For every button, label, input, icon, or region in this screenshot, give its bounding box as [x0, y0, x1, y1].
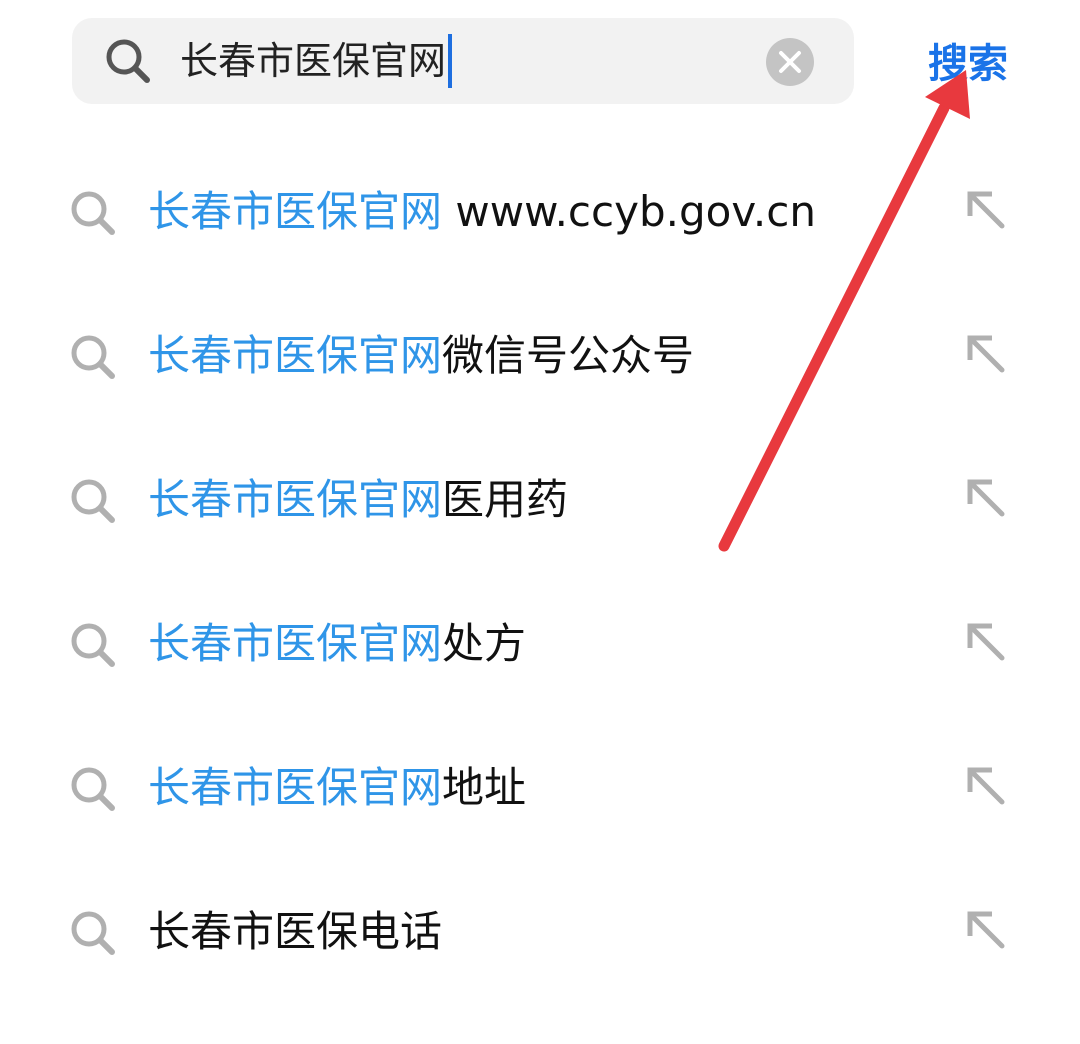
arrow-up-left-icon[interactable]	[964, 476, 1008, 520]
search-icon	[71, 335, 115, 379]
suggestion-completion: 医用药	[442, 475, 569, 524]
suggestion-text: 长春市医保官网 www.ccyb.gov.cn	[148, 184, 816, 240]
suggestion-item[interactable]: 长春市医保官网微信号公众号	[0, 284, 1080, 428]
suggestion-text: 长春市医保官网医用药	[148, 472, 568, 528]
suggestion-completion: 处方	[442, 619, 527, 668]
suggestion-item[interactable]: 长春市医保电话	[0, 860, 1080, 1004]
suggestion-completion: 地址	[442, 763, 527, 812]
search-icon	[106, 39, 150, 83]
suggestion-match: 长春市医保官网	[148, 331, 443, 380]
suggestion-item[interactable]: 长春市医保官网 www.ccyb.gov.cn	[0, 140, 1080, 284]
search-icon	[71, 767, 115, 811]
search-bar: 长春市医保官网	[72, 18, 854, 104]
text-caret	[448, 34, 453, 88]
suggestion-item[interactable]: 长春市医保官网处方	[0, 572, 1080, 716]
search-icon	[71, 623, 115, 667]
search-icon	[71, 191, 115, 235]
search-icon	[71, 479, 115, 523]
arrow-up-left-icon[interactable]	[964, 188, 1008, 232]
clear-icon	[779, 51, 801, 73]
arrow-up-left-icon[interactable]	[964, 332, 1008, 376]
clear-button[interactable]	[766, 38, 814, 86]
search-button[interactable]: 搜索	[928, 36, 1008, 92]
suggestion-item[interactable]: 长春市医保官网地址	[0, 716, 1080, 860]
arrow-up-left-icon[interactable]	[964, 764, 1008, 808]
suggestion-text: 长春市医保官网处方	[148, 616, 526, 672]
search-icon	[71, 911, 115, 955]
suggestion-completion: www.ccyb.gov.cn	[442, 187, 816, 236]
arrow-up-left-icon[interactable]	[964, 908, 1008, 952]
suggestion-completion: 长春市医保电话	[148, 907, 443, 956]
suggestion-match: 长春市医保官网	[148, 619, 443, 668]
arrow-up-left-icon[interactable]	[964, 620, 1008, 664]
suggestion-match: 长春市医保官网	[148, 187, 443, 236]
search-input[interactable]: 长春市医保官网	[180, 34, 740, 88]
suggestion-text: 长春市医保官网地址	[148, 760, 526, 816]
suggestion-text: 长春市医保电话	[148, 904, 442, 960]
suggestion-match: 长春市医保官网	[148, 475, 443, 524]
suggestion-completion: 微信号公众号	[442, 331, 695, 380]
suggestion-text: 长春市医保官网微信号公众号	[148, 328, 694, 384]
search-query: 长春市医保官网	[180, 39, 447, 83]
suggestion-match: 长春市医保官网	[148, 763, 443, 812]
suggestion-item[interactable]: 长春市医保官网医用药	[0, 428, 1080, 572]
